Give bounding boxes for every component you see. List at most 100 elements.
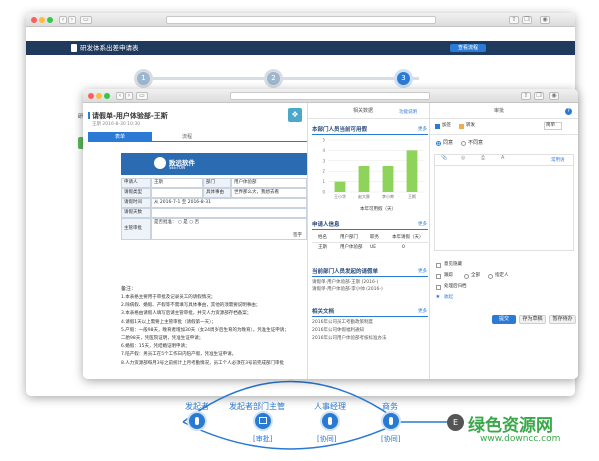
agree-radio[interactable] [436,141,441,146]
row-applicant-label: 申请人 [121,178,151,188]
attachment-icon[interactable]: 📎 [441,155,447,162]
chart-ytick-label: 3 [322,158,325,163]
comment-textarea[interactable] [434,165,574,251]
pending-item[interactable]: 请假单-用户体验部-李小帅 (2016-) [312,287,383,293]
applicant-more-link[interactable]: 更多 [418,221,427,227]
approval-tag-rule [430,134,578,135]
back-window-title: 研发体系出差申请表 [80,44,139,52]
applicant-section-rule [312,229,428,230]
view-flow-button[interactable]: 查看流程 [450,44,486,52]
hide-opinion-checkbox[interactable] [436,263,441,268]
doc-item[interactable]: 2016年公司员工考勤政策制度 [312,320,373,326]
pending-more-link[interactable]: 更多 [418,268,427,274]
back-arrow-icon[interactable]: ‹ [116,92,124,100]
document-icon[interactable]: ⎙ [481,155,485,162]
form-collapse-icon[interactable]: ❖ [288,108,302,122]
forward-arrow-icon[interactable]: › [68,16,76,24]
download-icon[interactable]: ◉ [540,16,550,24]
forward-icon[interactable] [459,124,464,129]
person-icon [195,417,199,425]
minimize-dot-icon[interactable] [96,93,102,99]
track-specified-label: 指定人 [495,273,509,278]
chart-bar[interactable] [382,166,394,192]
forward-button[interactable]: 转发 [466,123,475,129]
chart-xtick-label: 赵大胖 [358,193,370,199]
pending-item[interactable]: 请假单-用户体验部-王斯 (2016-) [312,280,378,286]
doc-item[interactable]: 2016年公司休假福利通知 [312,328,364,334]
chart-bar[interactable] [406,150,418,192]
flow-arc-bottom [182,421,401,450]
maximize-dot-icon[interactable] [104,93,110,99]
flow-node-hr-tag: [协同] [317,435,337,443]
help-icon[interactable]: ? [565,108,572,115]
save-draft-button[interactable]: 存为草稿 [519,315,546,324]
share-icon[interactable]: ⇧ [521,92,531,100]
tabs-icon[interactable]: ❐ [522,16,532,24]
tabs-icon[interactable]: ❐ [534,92,544,100]
track-specified-radio[interactable] [488,274,493,279]
tab-flow[interactable]: 流程 [155,132,219,142]
flow-end-node[interactable]: E [447,414,464,431]
share-icon[interactable]: ⇧ [509,16,519,24]
maximize-dot-icon[interactable] [47,17,53,23]
close-dot-icon[interactable] [31,17,37,23]
font-icon[interactable]: A [501,155,504,162]
track-checkbox[interactable] [436,274,441,279]
notes-list: 1.本表格主要用于审批及记录员工的请假情况； 2.除病假、婚假、产假等不需填写具… [121,294,307,368]
row-dept-value[interactable]: 用户体验部 [231,178,307,188]
back-arrow-icon[interactable]: ‹ [59,16,67,24]
download-icon[interactable]: ◉ [549,92,559,100]
applicant-section-title: 申请人信息 [312,222,340,228]
collapse-chevron-icon[interactable]: ✱ [436,295,440,301]
sidebar-icon[interactable]: ▭ [136,92,148,100]
doc-item[interactable]: 2016年公司用户体验部考核标准办法 [312,336,386,342]
collapse-toggle[interactable]: 收起 [444,295,453,301]
approval-header-rule [430,118,578,119]
note-line: 6.婚假：15天，凭结婚证明申请； [121,344,190,350]
archive-checkbox[interactable] [436,285,441,290]
row-approval-value[interactable]: 是否批准： ○ 是 ○ 否 [151,218,307,240]
submit-button[interactable]: 提交 [492,315,516,324]
close-dot-icon[interactable] [88,93,94,99]
front-address-bar[interactable] [230,92,430,100]
add-sign-icon[interactable] [435,124,440,129]
row-leave-days-value[interactable] [151,208,307,218]
add-sign-button[interactable]: 加签 [442,123,451,129]
chart-bar[interactable] [358,166,370,192]
chart-section-rule [312,134,428,135]
related-help-link[interactable]: 功能说明 [399,109,417,115]
row-reason-label: 具体事由 [203,188,231,198]
back-window-chrome: ‹ › ▭ ⇧ ❐ ◉ [26,13,575,27]
forward-arrow-icon[interactable]: › [125,92,133,100]
docs-section-title: 相关文档 [312,309,335,315]
docs-more-link[interactable]: 更多 [418,308,427,314]
chart-more-link[interactable]: 更多 [418,126,427,132]
common-phrases-link[interactable]: 常用语 [551,157,565,163]
row-reason-value[interactable]: 世界那么大，我想去看 [231,188,307,198]
step-1-number: 1 [137,72,150,85]
hold-button[interactable]: 暂存待办 [549,315,576,324]
person-icon [328,417,332,425]
note-line: 1.本表格主要用于审批及记录员工的请假情况； [121,295,216,300]
disagree-radio[interactable] [461,141,466,146]
form-title-marker [88,112,90,119]
track-all-radio[interactable] [464,274,469,279]
chart-bar[interactable] [334,181,346,192]
tab-form[interactable]: 表单 [88,132,152,142]
notes-title: 备注： [121,286,137,292]
mention-icon[interactable]: ◎ [461,155,465,162]
flow-node-hr[interactable] [320,411,340,431]
row-applicant-value[interactable]: 王斯 [151,178,203,188]
row-leave-type-value[interactable] [151,188,203,198]
flow-node-business[interactable] [381,411,401,431]
row-leave-time-label: 请假时间 [121,198,151,208]
back-address-bar[interactable] [166,16,436,24]
sort-select[interactable]: 简单 [544,122,562,130]
minimize-dot-icon[interactable] [39,17,45,23]
flow-node-initiator[interactable] [187,411,207,431]
approval-panel: 审批 ? 加签 转发 简单 同意 不同意 📎 ◎ ⎙ A 常用语 意见隐藏 跟踪… [430,103,578,379]
flow-node-manager[interactable] [253,411,273,431]
track-label: 跟踪 [444,273,453,278]
row-leave-time-value[interactable]: 从 2016-7-1 至 2016-8-31 [151,198,307,208]
sidebar-icon[interactable]: ▭ [80,16,92,24]
